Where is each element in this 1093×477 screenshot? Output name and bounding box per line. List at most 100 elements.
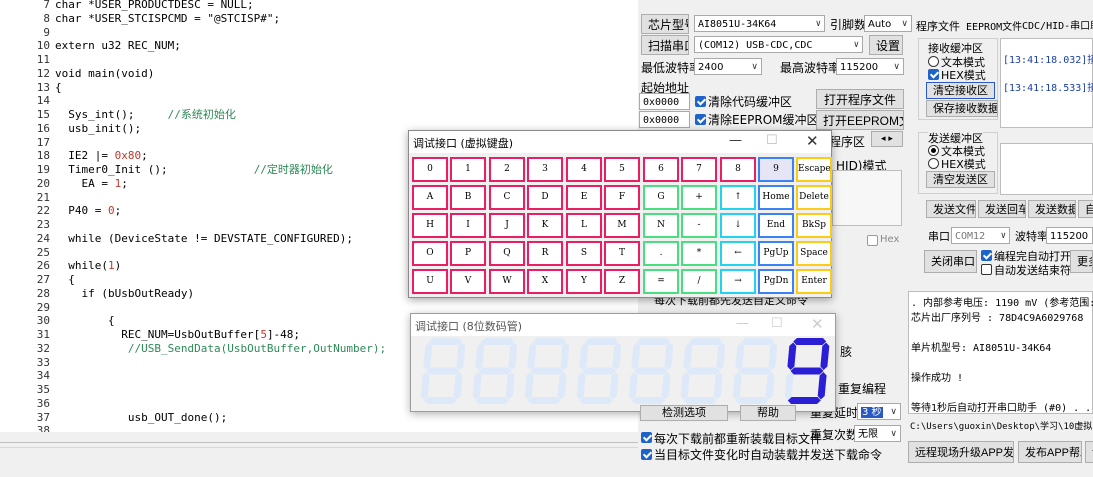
key-r[interactable]: R [527, 241, 563, 266]
key-2[interactable]: 2 [489, 157, 525, 182]
code-line[interactable]: 20 EA = 1; [0, 176, 128, 191]
key-a[interactable]: A [412, 185, 448, 210]
key-u[interactable]: U [412, 269, 448, 294]
remote-upgrade-button[interactable]: 远程现场升级APP发布 [908, 441, 1014, 463]
auto-load-checkbox[interactable] [641, 449, 652, 460]
code-line[interactable]: 33 [0, 355, 55, 370]
maximize-icon[interactable]: ☐ [771, 316, 783, 331]
code-line[interactable]: 32 //USB_SendData(UsbOutBuffer,OutNumber… [0, 341, 386, 356]
seven-segment-window[interactable]: 调试接口 (8位数码管) — ☐ ✕ [410, 313, 836, 412]
key-c[interactable]: C [489, 185, 525, 210]
code-line[interactable]: 12 void main(void) [0, 66, 155, 81]
scan-port-button[interactable]: 扫描串口 [641, 35, 689, 55]
code-line[interactable]: 14 [0, 93, 55, 108]
clear-eeprom-checkbox[interactable] [695, 114, 706, 125]
key-f[interactable]: F [604, 185, 640, 210]
receive-area[interactable]: [13:41:18.032]接收 [13:41:18.533]接收 [1000, 38, 1093, 128]
code-line[interactable]: 34 [0, 368, 55, 383]
help-button[interactable]: 帮助 [740, 405, 796, 421]
key-y[interactable]: Y [566, 269, 602, 294]
chip-model-select[interactable]: AI8051U-34K64 ∨ [694, 15, 825, 32]
more-button[interactable]: 更多 [1070, 250, 1093, 273]
code-line[interactable]: 23 [0, 217, 55, 232]
key-pgdn[interactable]: PgDn [758, 269, 794, 294]
minimize-icon[interactable]: — [736, 316, 749, 331]
key-k[interactable]: K [527, 213, 563, 238]
key-g[interactable]: G [643, 185, 679, 210]
code-line[interactable]: 13 { [0, 80, 62, 95]
key-bksp[interactable]: BkSp [796, 213, 832, 238]
code-line[interactable]: 18 IE2 |= 0x80; [0, 148, 148, 163]
key-enter[interactable]: Enter [796, 269, 832, 294]
code-line[interactable]: 10 extern u32 REC_NUM; [0, 38, 181, 53]
key-6[interactable]: 6 [643, 157, 679, 182]
key-w[interactable]: W [489, 269, 525, 294]
code-line[interactable]: 37 usb_OUT_done(); [0, 410, 227, 425]
repeat-delay-select[interactable]: 3 秒 ∨ [857, 403, 901, 420]
key-end[interactable]: End [758, 213, 794, 238]
code-line[interactable]: 28 if (bUsbOutReady) [0, 286, 194, 301]
code-line[interactable]: 8 char *USER_STCISPCMD = "@STCISP#"; [0, 11, 280, 26]
auto-send-button[interactable]: 自动 [1078, 200, 1093, 218]
port-select[interactable]: (COM12) USB-CDC,CDC ∨ [694, 36, 863, 53]
key-+[interactable]: + [681, 185, 717, 210]
tab-eeprom-file[interactable]: EEPROM文件 [966, 18, 1022, 33]
clear-send-button[interactable]: 清空发送区 [926, 171, 995, 188]
code-line[interactable]: 35 [0, 382, 55, 397]
code-line[interactable]: 30 { [0, 313, 115, 328]
key-9[interactable]: 9 [758, 157, 794, 182]
key-v[interactable]: V [450, 269, 486, 294]
code-address-input[interactable]: 0x0000 [639, 93, 690, 110]
max-baud-select[interactable]: 115200 ∨ [836, 58, 904, 75]
code-line[interactable]: 22 P40 = 0; [0, 203, 121, 218]
key-m[interactable]: M [604, 213, 640, 238]
key-o[interactable]: O [412, 241, 448, 266]
key-↓[interactable]: ↓ [720, 213, 756, 238]
minimize-icon[interactable]: — [729, 133, 742, 148]
close-port-button[interactable]: 关闭串口 [924, 250, 977, 273]
key-l[interactable]: L [566, 213, 602, 238]
baud-select[interactable]: 115200 [1046, 227, 1093, 244]
reload-checkbox[interactable] [641, 432, 652, 443]
send-text-mode-radio[interactable] [928, 145, 939, 156]
key-d[interactable]: D [527, 185, 563, 210]
keyboard-titlebar[interactable]: 调试接口 (虚拟键盘) — ☐ ✕ [409, 131, 831, 153]
key-z[interactable]: Z [604, 269, 640, 294]
key-b[interactable]: B [450, 185, 486, 210]
min-baud-select[interactable]: 2400 ∨ [694, 58, 762, 75]
code-line[interactable]: 9 [0, 25, 55, 40]
code-line[interactable]: 25 [0, 245, 55, 260]
key-j[interactable]: J [489, 213, 525, 238]
key-7[interactable]: 7 [681, 157, 717, 182]
code-line[interactable]: 21 [0, 190, 55, 205]
close-icon[interactable]: ✕ [806, 132, 819, 150]
key-4[interactable]: 4 [566, 157, 602, 182]
code-line[interactable]: 17 [0, 135, 55, 150]
tab-scroll-arrows[interactable]: ◂ ▸ [871, 131, 903, 147]
code-line[interactable]: 29 [0, 300, 55, 315]
key-space[interactable]: Space [796, 241, 832, 266]
clear-code-checkbox[interactable] [695, 96, 706, 107]
send-file-button[interactable]: 发送文件 [926, 200, 976, 218]
key-t[interactable]: T [604, 241, 640, 266]
key-pgup[interactable]: PgUp [758, 241, 794, 266]
check-options-button[interactable]: 检测选项 [640, 405, 728, 421]
key-home[interactable]: Home [758, 185, 794, 210]
key-e[interactable]: E [566, 185, 602, 210]
text-mode-radio[interactable] [928, 56, 939, 67]
settings-button[interactable]: 设置 [869, 35, 903, 55]
code-line[interactable]: 11 [0, 52, 55, 67]
maximize-icon[interactable]: ☐ [766, 133, 778, 148]
key-*[interactable]: * [681, 241, 717, 266]
key-n[interactable]: N [643, 213, 679, 238]
chip-model-button[interactable]: 芯片型号 [641, 14, 689, 34]
key--[interactable]: - [681, 213, 717, 238]
key-←[interactable]: ← [720, 241, 756, 266]
tab-program-file[interactable]: 程序文件 [916, 18, 960, 34]
key-h[interactable]: H [412, 213, 448, 238]
key-0[interactable]: 0 [412, 157, 448, 182]
key-↑[interactable]: ↑ [720, 185, 756, 210]
code-line[interactable]: 36 [0, 396, 55, 411]
key-delete[interactable]: Delete [796, 185, 832, 210]
key-=[interactable]: = [643, 269, 679, 294]
